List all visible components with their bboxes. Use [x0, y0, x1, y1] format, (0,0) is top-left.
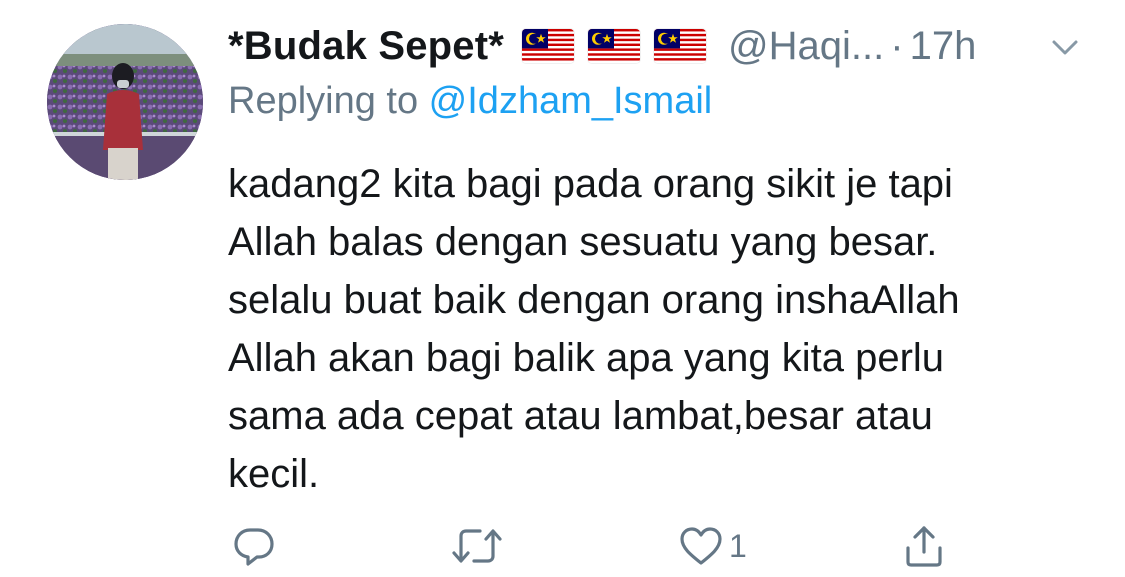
tweet-header: *Budak Sepet* @Haqi... · 17h: [228, 18, 976, 74]
user-handle[interactable]: @Haqi...: [728, 24, 884, 69]
chevron-down-icon[interactable]: [1048, 30, 1082, 64]
malaysia-flag-icon: [588, 29, 641, 63]
malaysia-flag-icon: [654, 29, 707, 63]
tweet-text-line: sama ada cepat atau lambat,besar atau: [228, 394, 933, 438]
malaysia-flag-icon: [522, 29, 575, 63]
tweet-text: kadang2 kita bagi pada orang sikit je ta…: [228, 155, 1098, 503]
heart-icon: [680, 527, 722, 565]
avatar[interactable]: [47, 24, 203, 180]
tweet-text-line: Allah balas dengan sesuatu yang besar.: [228, 220, 938, 264]
tweet-text-line: kecil.: [228, 452, 320, 496]
replying-to-mention-link[interactable]: @Idzham_Ismail: [429, 80, 713, 122]
tweet-card[interactable]: *Budak Sepet* @Haqi... · 17h Replying to…: [0, 0, 1125, 577]
display-name[interactable]: *Budak Sepet*: [228, 24, 504, 69]
share-button[interactable]: [900, 518, 948, 574]
reply-icon: [234, 528, 274, 566]
separator-dot: ·: [890, 23, 904, 68]
like-count: 1: [729, 527, 747, 564]
share-icon: [906, 526, 942, 567]
tweet-text-line: Allah akan bagi balik apa yang kita perl…: [228, 336, 945, 380]
reply-button[interactable]: [230, 518, 278, 574]
retweet-icon: [452, 529, 502, 563]
replying-to: Replying to @Idzham_Ismail: [228, 80, 712, 123]
flag-emoji-group: [522, 29, 720, 63]
tweet-text-line: kadang2 kita bagi pada orang sikit je ta…: [228, 162, 953, 206]
tweet-text-line: selalu buat baik dengan orang inshaAllah: [228, 278, 960, 322]
tweet-action-bar: 1: [0, 518, 1125, 574]
tweet-timestamp[interactable]: 17h: [910, 24, 977, 69]
like-button[interactable]: 1: [677, 518, 747, 574]
retweet-button[interactable]: [450, 518, 504, 574]
replying-to-label: Replying to: [228, 80, 429, 122]
